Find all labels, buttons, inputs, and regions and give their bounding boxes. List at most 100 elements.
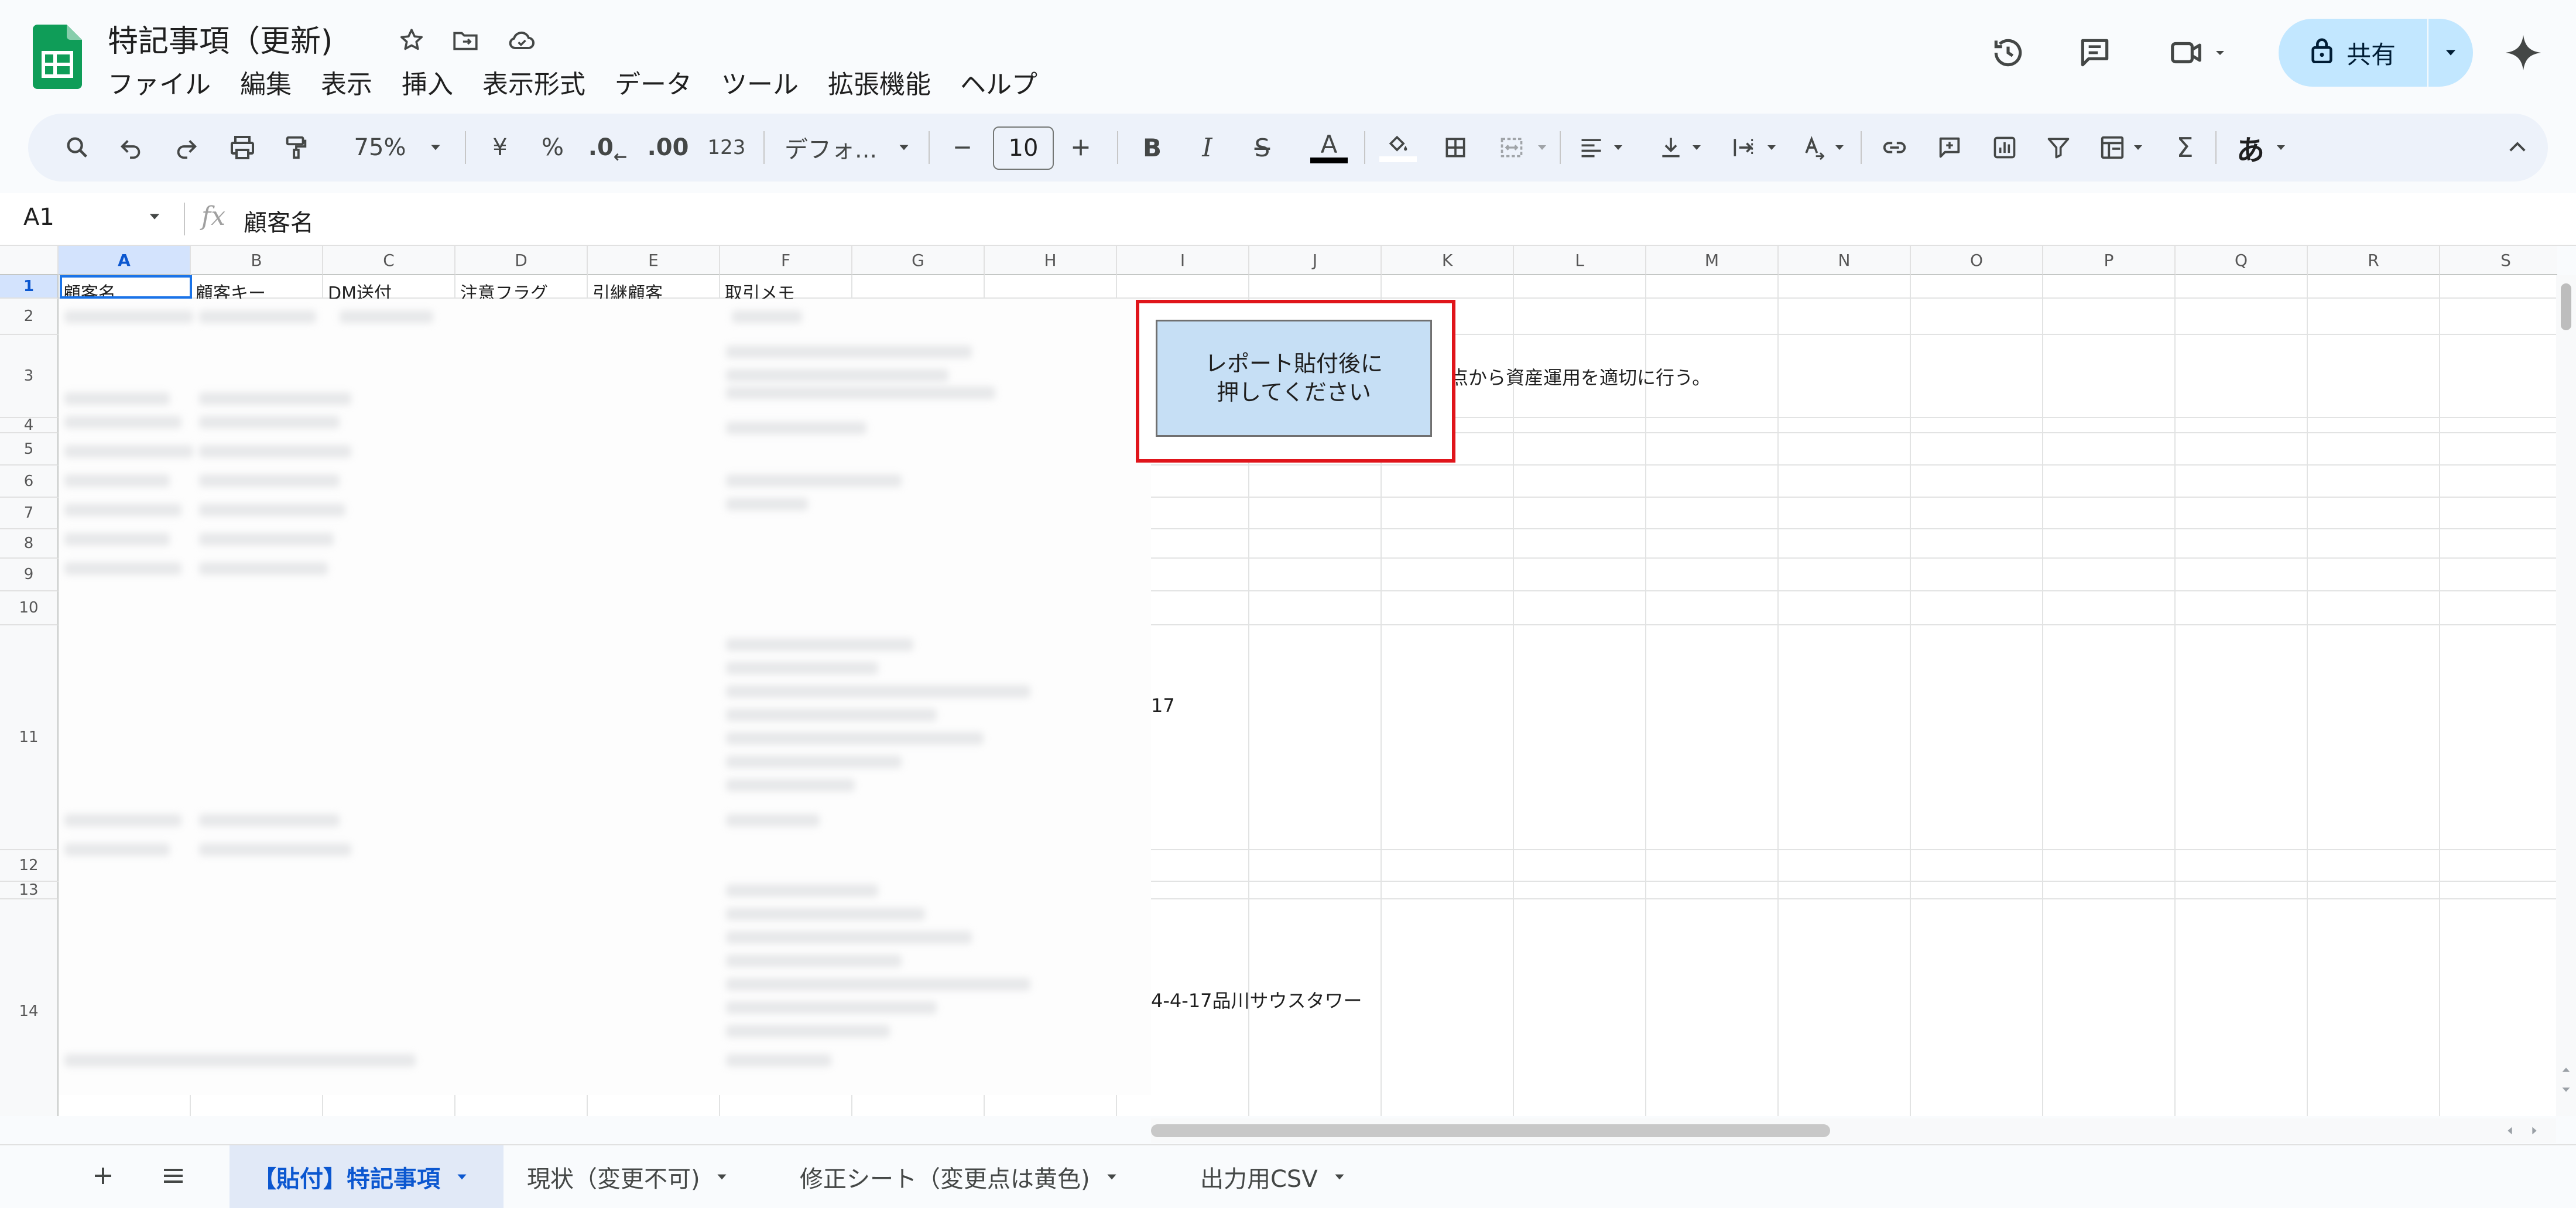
row-header-7[interactable]: 7 [0,498,59,529]
currency-format-button[interactable]: ¥ [477,114,523,182]
undo-icon[interactable] [108,114,155,182]
formula-input[interactable]: 顧客名 [244,204,314,238]
row-header-8[interactable]: 8 [0,529,59,559]
column-header-B[interactable]: B [191,246,323,275]
column-header-A[interactable]: A [59,246,191,275]
meet-video-icon[interactable] [2164,30,2208,75]
zoom-select[interactable]: 75% [336,114,424,182]
scroll-right-icon[interactable] [2528,1124,2541,1139]
column-header-N[interactable]: N [1779,246,1911,275]
grid-corner[interactable] [0,246,59,275]
column-header-I[interactable]: I [1117,246,1249,275]
italic-button[interactable]: I [1184,114,1231,182]
row-header-12[interactable]: 12 [0,850,59,882]
sheet-tab-dropdown-icon[interactable] [1104,1169,1119,1185]
column-header-C[interactable]: C [323,246,455,275]
fill-color-button[interactable] [1375,114,1421,182]
column-header-G[interactable]: G [852,246,985,275]
increase-font-size-icon[interactable] [1057,114,1104,182]
column-header-E[interactable]: E [588,246,720,275]
column-header-Q[interactable]: Q [2176,246,2308,275]
sheets-logo-icon[interactable] [33,25,82,89]
row-header-9[interactable]: 9 [0,559,59,591]
merge-cells-icon[interactable] [1488,114,1535,182]
column-header-P[interactable]: P [2043,246,2176,275]
valign-dropdown-icon[interactable] [1685,114,1708,182]
cell-F3-overflow-text[interactable]: 点から資産運用を適切に行う。 [1450,363,1711,390]
menu-tools[interactable]: ツール [721,63,799,101]
row-header-13[interactable]: 13 [0,881,59,899]
percent-format-button[interactable]: % [529,114,576,182]
input-tools-dropdown-icon[interactable] [2269,114,2293,182]
insert-link-icon[interactable] [1871,114,1918,182]
scroll-up-icon[interactable] [2560,1063,2572,1079]
filter-views-dropdown-icon[interactable] [2126,114,2150,182]
column-header-D[interactable]: D [455,246,588,275]
row-header-2[interactable]: 2 [0,299,59,335]
column-header-S[interactable]: S [2440,246,2557,275]
sheet-tab-dropdown-icon[interactable] [454,1169,470,1185]
scroll-down-icon[interactable] [2560,1083,2572,1099]
redo-icon[interactable] [163,114,210,182]
cloud-saved-icon[interactable] [503,22,540,59]
column-header-R[interactable]: R [2308,246,2440,275]
move-folder-icon[interactable] [447,22,484,59]
all-sheets-menu-icon[interactable] [159,1162,187,1192]
increase-decimal-button[interactable]: .00 [642,114,694,182]
search-menus-icon[interactable] [54,114,101,182]
star-icon[interactable] [393,22,430,59]
menu-edit[interactable]: 編集 [240,63,292,101]
document-title[interactable]: 特記事項（更新) [108,16,333,60]
functions-button[interactable]: Σ [2161,114,2208,182]
meet-dropdown-icon[interactable] [2208,30,2232,75]
horizontal-scroll-thumb[interactable] [1151,1124,1830,1137]
cell-F11-overflow-text[interactable]: 17 [1151,694,1175,717]
row-header-14[interactable]: 14 [0,899,59,1116]
horizontal-scrollbar[interactable] [1151,1118,2556,1143]
name-box-dropdown-icon[interactable] [146,208,163,227]
print-icon[interactable] [219,114,266,182]
share-button[interactable]: 共有 [2279,19,2473,87]
row-header-3[interactable]: 3 [0,335,59,418]
vertical-scrollbar[interactable] [2556,275,2576,1116]
menu-format[interactable]: 表示形式 [482,63,585,101]
input-tools-button[interactable]: あ [2227,114,2274,182]
insert-chart-icon[interactable] [1981,114,2028,182]
row-header-1[interactable]: 1 [0,275,59,299]
sheet-tab-dropdown-icon[interactable] [1332,1169,1347,1185]
menu-insert[interactable]: 挿入 [402,63,453,101]
comments-icon[interactable] [2073,30,2117,75]
column-header-J[interactable]: J [1249,246,1382,275]
scroll-left-icon[interactable] [2503,1124,2516,1139]
version-history-icon[interactable] [1986,30,2030,75]
rotation-dropdown-icon[interactable] [1828,114,1851,182]
borders-icon[interactable] [1432,114,1479,182]
filter-icon[interactable] [2035,114,2082,182]
sheet-tab-current[interactable]: 現状（変更不可) [503,1145,772,1208]
bold-button[interactable]: B [1129,114,1176,182]
column-header-L[interactable]: L [1514,246,1646,275]
report-submit-button[interactable]: レポート貼付後に 押してください [1156,320,1432,437]
name-box[interactable]: A1 [23,204,54,231]
row-header-10[interactable]: 10 [0,591,59,625]
share-main[interactable]: 共有 [2279,19,2427,87]
zoom-dropdown-icon[interactable] [424,114,447,182]
sheet-tab-paste-notes[interactable]: 【貼付】特記事項 [229,1145,503,1208]
column-header-O[interactable]: O [1911,246,2043,275]
merge-dropdown-icon[interactable] [1530,114,1554,182]
strikethrough-button[interactable]: S [1239,114,1286,182]
menu-view[interactable]: 表示 [321,63,372,101]
row-header-6[interactable]: 6 [0,466,59,498]
decrease-font-size-icon[interactable] [939,114,986,182]
cell-F14-overflow-text[interactable]: 4-4-17品川サウスタワー [1151,986,1362,1013]
collapse-menus-icon[interactable] [2494,114,2541,182]
share-dropdown-icon[interactable] [2428,19,2473,87]
sheet-tab-revision[interactable]: 修正シート（変更点は黄色) [776,1145,1174,1208]
row-header-5[interactable]: 5 [0,433,59,466]
add-sheet-icon[interactable] [89,1162,117,1192]
row-header-11[interactable]: 11 [0,625,59,850]
menu-data[interactable]: データ [615,63,692,101]
align-dropdown-icon[interactable] [1606,114,1630,182]
sheet-tab-dropdown-icon[interactable] [714,1169,729,1185]
column-header-K[interactable]: K [1382,246,1514,275]
